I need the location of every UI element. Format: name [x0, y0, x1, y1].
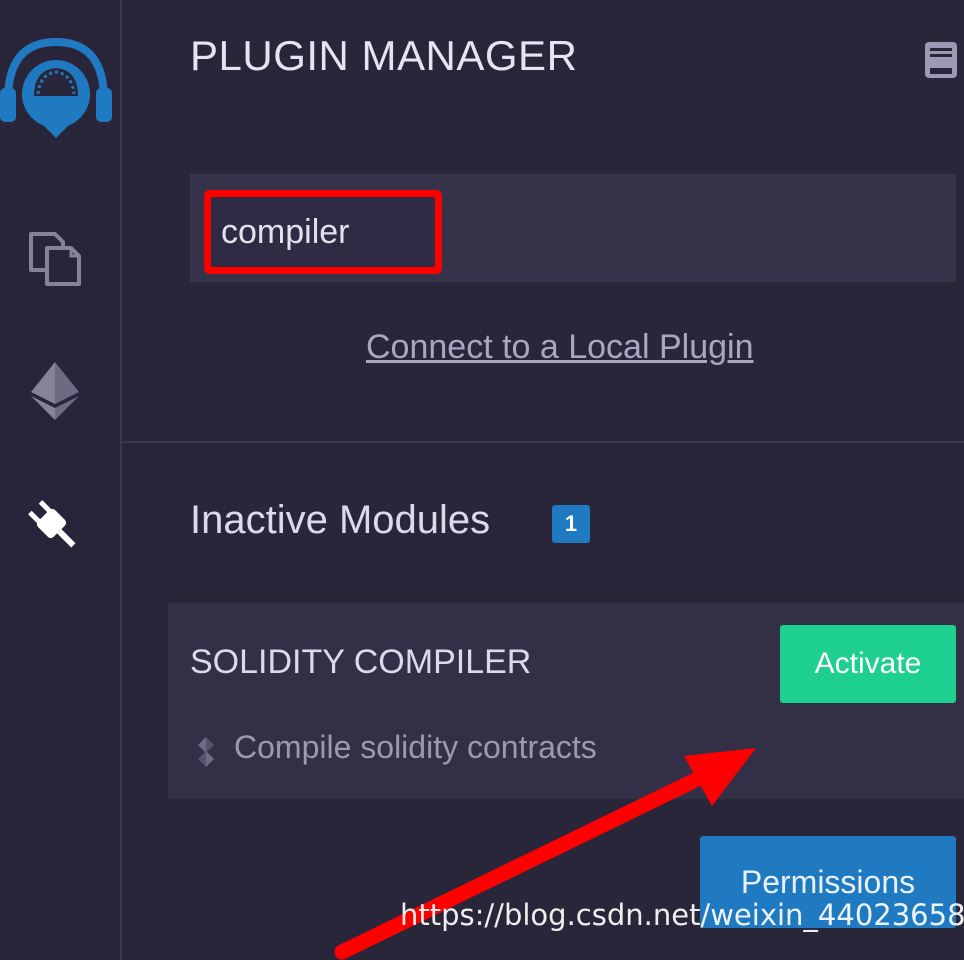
activate-button[interactable]: Activate	[780, 625, 956, 703]
plugin-icon[interactable]	[20, 492, 90, 562]
file-explorer-icon[interactable]	[20, 222, 90, 292]
module-card-solidity-compiler: SOLIDITY COMPILER Activate Compile solid…	[168, 603, 964, 799]
remix-logo-icon[interactable]	[0, 30, 112, 140]
module-name: SOLIDITY COMPILER	[190, 643, 532, 681]
plugin-search-input[interactable]	[204, 190, 442, 274]
search-bar	[190, 174, 956, 282]
module-description: Compile solidity contracts	[234, 729, 597, 765]
inactive-count-badge: 1	[552, 505, 590, 543]
ethereum-icon[interactable]	[20, 356, 90, 426]
plugin-manager-screen: PLUGIN MANAGER Connect to a Local Plugin…	[0, 0, 964, 960]
connect-local-plugin-link[interactable]: Connect to a Local Plugin	[366, 328, 753, 367]
watermark-text: https://blog.csdn.net/weixin_44023658	[400, 898, 964, 932]
section-divider	[122, 441, 964, 443]
icon-sidebar	[0, 0, 122, 960]
page-title: PLUGIN MANAGER	[190, 32, 578, 79]
plugin-manager-panel: PLUGIN MANAGER Connect to a Local Plugin…	[122, 0, 964, 960]
documentation-icon[interactable]	[922, 40, 960, 80]
inactive-modules-heading: Inactive Modules	[190, 498, 491, 542]
solidity-icon	[194, 735, 218, 769]
